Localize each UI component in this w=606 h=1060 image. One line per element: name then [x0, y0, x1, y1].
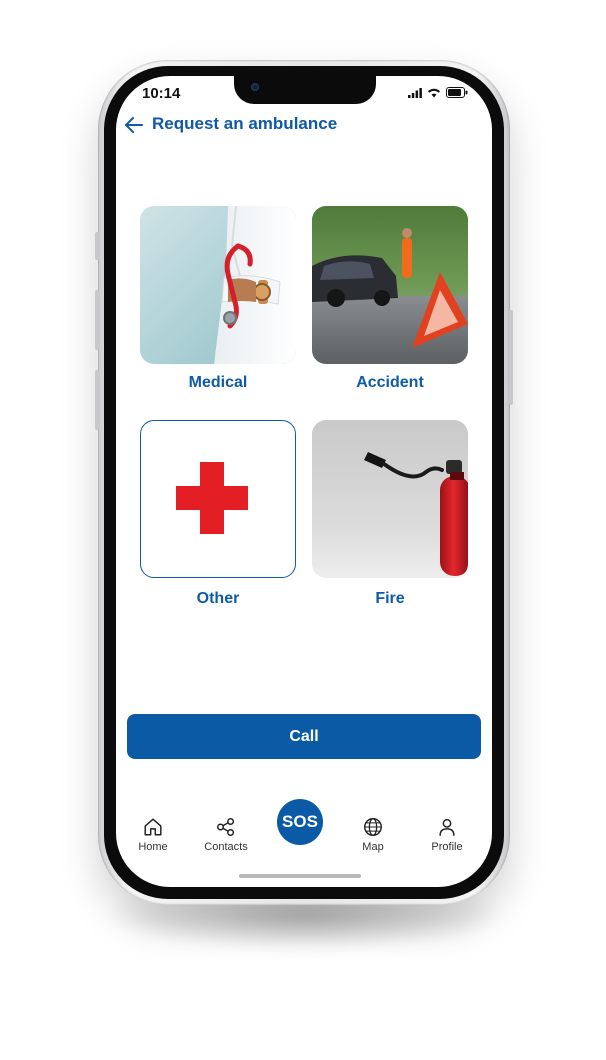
signal-icon [408, 87, 422, 98]
accident-image [312, 206, 468, 364]
notch [234, 76, 376, 104]
phone-side-button [95, 232, 99, 260]
nav-home[interactable]: Home [121, 816, 185, 853]
status-time: 10:14 [142, 85, 181, 102]
fire-extinguisher-image [312, 420, 468, 578]
nav-map-label: Map [362, 841, 384, 853]
nav-map[interactable]: Map [341, 816, 405, 853]
globe-icon [364, 818, 382, 836]
card-medical-label[interactable]: Medical [140, 374, 296, 392]
back-arrow-icon[interactable] [122, 113, 146, 137]
card-fire[interactable] [312, 420, 468, 578]
nav-contacts[interactable]: Contacts [194, 816, 258, 853]
status-icons [408, 87, 468, 98]
nav-home-label: Home [138, 841, 168, 853]
nav-profile[interactable]: Profile [415, 816, 479, 853]
battery-icon [446, 87, 468, 98]
card-accident-label[interactable]: Accident [312, 374, 468, 392]
medical-image [140, 206, 296, 364]
card-accident[interactable] [312, 206, 468, 364]
page-header: Request an ambulance [116, 110, 492, 140]
phone-volume-up [95, 290, 99, 350]
nav-profile-label: Profile [431, 841, 463, 853]
phone-power-button [509, 310, 513, 405]
sos-button[interactable]: SOS [277, 799, 323, 845]
card-medical[interactable] [140, 206, 296, 364]
card-other[interactable] [140, 420, 296, 578]
home-indicator[interactable] [239, 874, 361, 878]
camera-icon [251, 83, 259, 91]
card-fire-label[interactable]: Fire [312, 590, 468, 608]
page-title: Request an ambulance [152, 114, 338, 133]
nav-contacts-label: Contacts [204, 841, 248, 853]
share-nodes-icon [217, 818, 235, 836]
app-screen: 10:14 Request an ambulance Medical Accid… [116, 76, 492, 887]
user-icon [439, 818, 455, 836]
home-icon [144, 818, 162, 836]
red-cross-icon [176, 462, 248, 534]
phone-volume-down [95, 370, 99, 430]
wifi-icon [428, 88, 440, 98]
call-button[interactable]: Call [127, 714, 481, 759]
card-other-label[interactable]: Other [140, 590, 296, 608]
